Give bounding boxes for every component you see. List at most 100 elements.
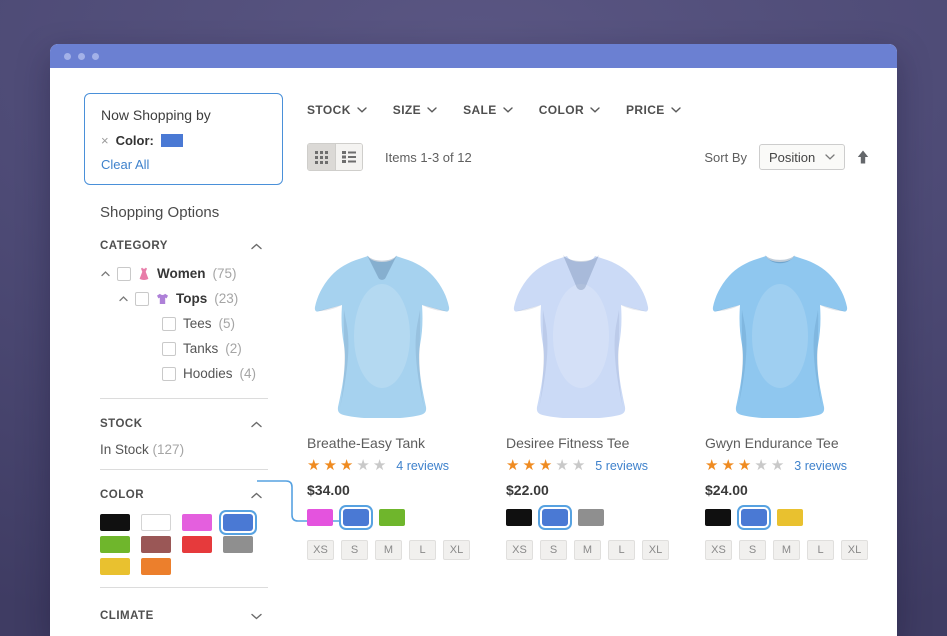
star-icon: ★: [754, 458, 768, 473]
size-chip-l[interactable]: L: [807, 540, 834, 560]
filter-dropdown-price[interactable]: PRICE: [626, 103, 681, 117]
color-swatch-blue-selected[interactable]: [223, 514, 253, 531]
color-swatch-green[interactable]: [100, 536, 130, 553]
star-rating: ★★★★★: [307, 458, 387, 473]
size-chip-s[interactable]: S: [341, 540, 368, 560]
color-swatch-red[interactable]: [182, 536, 212, 553]
product-name-link[interactable]: Desiree Fitness Tee: [506, 435, 670, 451]
active-filter-row: × Color:: [101, 133, 266, 148]
window-control-dot[interactable]: [64, 53, 71, 60]
size-chip-l[interactable]: L: [608, 540, 635, 560]
view-mode-toggle: [307, 143, 363, 171]
category-count: (2): [225, 341, 242, 356]
chevron-down-icon: [590, 107, 600, 113]
window-control-dot[interactable]: [92, 53, 99, 60]
color-swatch-gold[interactable]: [100, 558, 130, 575]
window-control-dot[interactable]: [78, 53, 85, 60]
product-swatch-gold[interactable]: [777, 509, 803, 526]
category-checkbox[interactable]: [162, 342, 176, 356]
product-swatch-blue-selected[interactable]: [542, 509, 568, 526]
color-swatch-black[interactable]: [100, 514, 130, 531]
clear-all-link[interactable]: Clear All: [101, 157, 266, 172]
reviews-link[interactable]: 5 reviews: [595, 459, 648, 473]
category-link[interactable]: Tops: [176, 291, 207, 306]
product-swatch-black[interactable]: [705, 509, 731, 526]
sort-by-label: Sort By: [704, 150, 747, 165]
size-chip-s[interactable]: S: [739, 540, 766, 560]
product-image[interactable]: [307, 250, 457, 418]
product-name-link[interactable]: Gwyn Endurance Tee: [705, 435, 869, 451]
size-chip-xs[interactable]: XS: [506, 540, 533, 560]
now-shopping-box: Now Shopping by × Color: Clear All: [84, 93, 283, 185]
category-checkbox[interactable]: [162, 367, 176, 381]
category-link[interactable]: Tees: [183, 316, 212, 331]
chevron-up-icon: [251, 243, 262, 250]
product-swatch-green[interactable]: [379, 509, 405, 526]
category-link[interactable]: Tanks: [183, 341, 218, 356]
size-chip-xs[interactable]: XS: [705, 540, 732, 560]
size-chip-m[interactable]: M: [773, 540, 800, 560]
reviews-link[interactable]: 3 reviews: [794, 459, 847, 473]
size-chip-m[interactable]: M: [375, 540, 402, 560]
size-chip-xs[interactable]: XS: [307, 540, 334, 560]
remove-filter-icon[interactable]: ×: [101, 133, 109, 148]
category-count: (4): [240, 366, 257, 381]
product-swatch-blue-selected[interactable]: [741, 509, 767, 526]
shopping-options-title: Shopping Options: [100, 204, 268, 221]
grid-view-button[interactable]: [308, 144, 335, 170]
size-chip-s[interactable]: S: [540, 540, 567, 560]
product-card: Desiree Fitness Tee ★★★★★ 5 reviews $22.…: [506, 250, 670, 560]
category-checkbox[interactable]: [135, 292, 149, 306]
product-image[interactable]: [705, 250, 855, 418]
size-chip-l[interactable]: L: [409, 540, 436, 560]
filter-dropdown-color[interactable]: COLOR: [539, 103, 600, 117]
product-swatch-row: [307, 509, 471, 526]
reviews-link[interactable]: 4 reviews: [396, 459, 449, 473]
chevron-up-icon[interactable]: [119, 296, 128, 302]
filter-dropdown-sale[interactable]: SALE: [463, 103, 513, 117]
color-swatch-gray[interactable]: [223, 536, 253, 553]
product-swatch-black[interactable]: [506, 509, 532, 526]
filter-dropdown-size[interactable]: SIZE: [393, 103, 437, 117]
category-link[interactable]: Women: [157, 266, 206, 281]
star-icon: ★: [721, 458, 735, 473]
product-swatch-blue-selected[interactable]: [343, 509, 369, 526]
sort-direction-button[interactable]: [857, 150, 869, 164]
color-swatch-fuchsia[interactable]: [182, 514, 212, 531]
stock-section-label: STOCK: [100, 418, 143, 430]
list-view-button[interactable]: [335, 144, 362, 170]
stock-section-header[interactable]: STOCK: [100, 418, 268, 430]
sort-select[interactable]: Position: [759, 144, 845, 170]
category-link[interactable]: Hoodies: [183, 366, 233, 381]
size-chip-xl[interactable]: XL: [443, 540, 470, 560]
active-filter-color-swatch: [161, 134, 183, 147]
divider: [100, 469, 268, 470]
star-icon: ★: [506, 458, 520, 473]
product-swatch-gray[interactable]: [578, 509, 604, 526]
filter-label: STOCK: [307, 103, 351, 117]
size-chip-xl[interactable]: XL: [841, 540, 868, 560]
category-checkbox[interactable]: [117, 267, 131, 281]
product-image[interactable]: [506, 250, 656, 418]
size-chip-m[interactable]: M: [574, 540, 601, 560]
category-checkbox[interactable]: [162, 317, 176, 331]
color-swatch-orange[interactable]: [141, 558, 171, 575]
product-swatch-fuchsia[interactable]: [307, 509, 333, 526]
climate-section-header[interactable]: CLIMATE: [100, 610, 268, 622]
color-swatch-grid: [100, 514, 268, 575]
size-chip-xl[interactable]: XL: [642, 540, 669, 560]
star-icon: ★: [771, 458, 785, 473]
items-count-text: Items 1-3 of 12: [385, 150, 472, 165]
chevron-up-icon[interactable]: [101, 271, 110, 277]
color-swatch-maroon[interactable]: [141, 536, 171, 553]
product-name-link[interactable]: Breathe-Easy Tank: [307, 435, 471, 451]
filter-dropdown-stock[interactable]: STOCK: [307, 103, 367, 117]
chevron-up-icon: [251, 492, 262, 499]
color-swatch-white[interactable]: [141, 514, 171, 531]
list-toolbar: Items 1-3 of 12 Sort By Position: [307, 143, 869, 171]
color-section-header[interactable]: COLOR: [100, 489, 268, 501]
stock-value: In Stock: [100, 442, 149, 457]
star-icon: ★: [307, 458, 321, 473]
category-section-header[interactable]: CATEGORY: [100, 240, 268, 252]
stock-filter-link[interactable]: In Stock (127): [100, 442, 268, 457]
